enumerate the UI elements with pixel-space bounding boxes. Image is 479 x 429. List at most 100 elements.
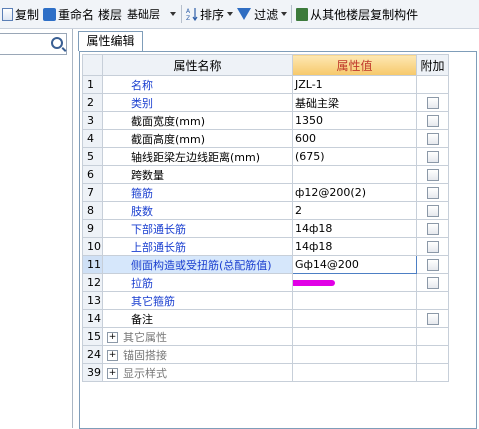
toolbar: 复制 重命名 楼层 基础层 A Z 排序 过滤 从其他楼层复制构件 bbox=[0, 0, 479, 29]
table-row[interactable]: 7 箍筋 ф12@200(2) bbox=[82, 183, 449, 202]
copy-icon bbox=[2, 7, 13, 21]
property-value[interactable]: 2 bbox=[292, 201, 417, 220]
property-value[interactable] bbox=[292, 165, 417, 184]
table-row[interactable]: 4 截面高度(mm) 600 bbox=[82, 129, 449, 148]
row-number: 5 bbox=[82, 147, 103, 166]
table-row[interactable]: 2 类别 基础主梁 bbox=[82, 93, 449, 112]
table-row[interactable]: 1 名称 JZL-1 bbox=[82, 75, 449, 94]
property-value[interactable]: 14ф18 bbox=[292, 219, 417, 238]
checkbox-icon[interactable] bbox=[426, 223, 439, 235]
row-number: 14 bbox=[82, 309, 103, 328]
sort-icon: A Z bbox=[186, 8, 198, 21]
table-row[interactable]: 11 侧面构造或受扭筋(总配筋值) Gф14@200 bbox=[82, 255, 449, 274]
extra-cell bbox=[416, 183, 449, 202]
checkbox-icon[interactable] bbox=[426, 313, 439, 325]
property-value[interactable] bbox=[292, 309, 417, 328]
row-number: 9 bbox=[82, 219, 103, 238]
checkbox-icon[interactable] bbox=[426, 169, 439, 181]
property-panel: 属性编辑 属性名称 属性值 附加 1 名称 JZL-1 2 类别 基础主梁 3 截面宽度(mm… bbox=[76, 29, 479, 429]
property-value bbox=[292, 363, 417, 382]
table-row[interactable]: 5 轴线距梁左边线距离(mm) (675) bbox=[82, 147, 449, 166]
rename-button[interactable]: 重命名 bbox=[41, 3, 96, 25]
extra-cell bbox=[416, 147, 449, 166]
extra-cell bbox=[416, 93, 449, 112]
row-number: 2 bbox=[82, 93, 103, 112]
extra-cell bbox=[416, 363, 449, 382]
tab-label: 属性编辑 bbox=[86, 34, 135, 48]
property-value[interactable]: ф12@200(2) bbox=[292, 183, 417, 202]
row-number: 11 bbox=[82, 255, 103, 274]
extra-cell bbox=[416, 165, 449, 184]
table-row[interactable]: 9 下部通长筋 14ф18 bbox=[82, 219, 449, 238]
extra-cell bbox=[416, 219, 449, 238]
property-value[interactable]: 14ф18 bbox=[292, 237, 417, 256]
search-input[interactable] bbox=[0, 33, 67, 55]
property-name: 其它箍筋 bbox=[102, 291, 293, 310]
property-name: 备注 bbox=[102, 309, 293, 328]
table-row[interactable]: 24 + 锚固搭接 bbox=[82, 345, 449, 364]
checkbox-icon[interactable] bbox=[426, 187, 439, 199]
checkbox-icon[interactable] bbox=[426, 241, 439, 253]
row-number: 12 bbox=[82, 273, 103, 292]
name-column-header: 属性名称 bbox=[102, 54, 293, 76]
checkbox-icon[interactable] bbox=[426, 115, 439, 127]
expand-icon[interactable]: + bbox=[107, 350, 118, 361]
extra-cell bbox=[416, 111, 449, 130]
checkbox-icon[interactable] bbox=[426, 151, 439, 163]
row-number-header bbox=[82, 54, 103, 76]
property-name: + 其它属性 bbox=[102, 327, 293, 346]
property-name: 拉筋 bbox=[102, 273, 293, 292]
expand-icon[interactable]: + bbox=[107, 332, 118, 343]
chevron-down-icon bbox=[227, 12, 234, 16]
extra-cell bbox=[416, 327, 449, 346]
table-row[interactable]: 14 备注 bbox=[82, 309, 449, 328]
table-row[interactable]: 39 + 显示样式 bbox=[82, 363, 449, 382]
copy-button[interactable]: 复制 bbox=[0, 3, 41, 25]
property-name: 箍筋 bbox=[102, 183, 293, 202]
property-value[interactable] bbox=[292, 291, 417, 310]
property-name: 下部通长筋 bbox=[102, 219, 293, 238]
property-name: + 锚固搭接 bbox=[102, 345, 293, 364]
checkbox-icon[interactable] bbox=[426, 277, 439, 289]
row-number: 13 bbox=[82, 291, 103, 310]
table-row[interactable]: 15 + 其它属性 bbox=[82, 327, 449, 346]
tab-property-edit[interactable]: 属性编辑 bbox=[78, 31, 143, 51]
svg-text:A: A bbox=[186, 8, 191, 15]
checkbox-icon[interactable] bbox=[426, 205, 439, 217]
table-row[interactable]: 3 截面宽度(mm) 1350 bbox=[82, 111, 449, 130]
property-value[interactable]: 基础主梁 bbox=[292, 93, 417, 112]
property-name: 类别 bbox=[102, 93, 293, 112]
checkbox-icon[interactable] bbox=[426, 259, 439, 271]
table-row[interactable]: 12 拉筋 bbox=[82, 273, 449, 292]
sort-button[interactable]: A Z 排序 bbox=[184, 3, 235, 25]
floor-select[interactable]: 基础层 bbox=[124, 5, 179, 23]
extra-cell bbox=[416, 129, 449, 148]
expand-icon[interactable]: + bbox=[107, 368, 118, 379]
highlight-mark bbox=[293, 280, 335, 286]
filter-button[interactable]: 过滤 bbox=[235, 3, 289, 25]
search-icon[interactable] bbox=[51, 37, 63, 49]
checkbox-icon[interactable] bbox=[426, 97, 439, 109]
property-value[interactable]: 600 bbox=[292, 129, 417, 148]
property-value[interactable] bbox=[292, 273, 417, 292]
copy-from-floor-button[interactable]: 从其他楼层复制构件 bbox=[294, 3, 420, 25]
checkbox-icon[interactable] bbox=[426, 133, 439, 145]
component-list-panel bbox=[0, 29, 73, 428]
property-value[interactable]: JZL-1 bbox=[292, 75, 417, 94]
row-number: 1 bbox=[82, 75, 103, 94]
rename-icon bbox=[43, 7, 57, 21]
property-value[interactable]: Gф14@200 bbox=[292, 255, 417, 274]
row-number: 39 bbox=[82, 363, 103, 382]
property-value[interactable]: 1350 bbox=[292, 111, 417, 130]
table-row[interactable]: 10 上部通长筋 14ф18 bbox=[82, 237, 449, 256]
table-row[interactable]: 6 跨数量 bbox=[82, 165, 449, 184]
table-row[interactable]: 13 其它箍筋 bbox=[82, 291, 449, 310]
property-value[interactable]: (675) bbox=[292, 147, 417, 166]
filter-label: 过滤 bbox=[254, 7, 279, 22]
chevron-down-icon bbox=[281, 12, 288, 16]
extra-cell bbox=[416, 273, 449, 292]
floor-label-text: 楼层 bbox=[98, 7, 123, 22]
table-row[interactable]: 8 肢数 2 bbox=[82, 201, 449, 220]
table-header-row: 属性名称 属性值 附加 bbox=[82, 54, 449, 76]
extra-column-header: 附加 bbox=[416, 54, 449, 76]
